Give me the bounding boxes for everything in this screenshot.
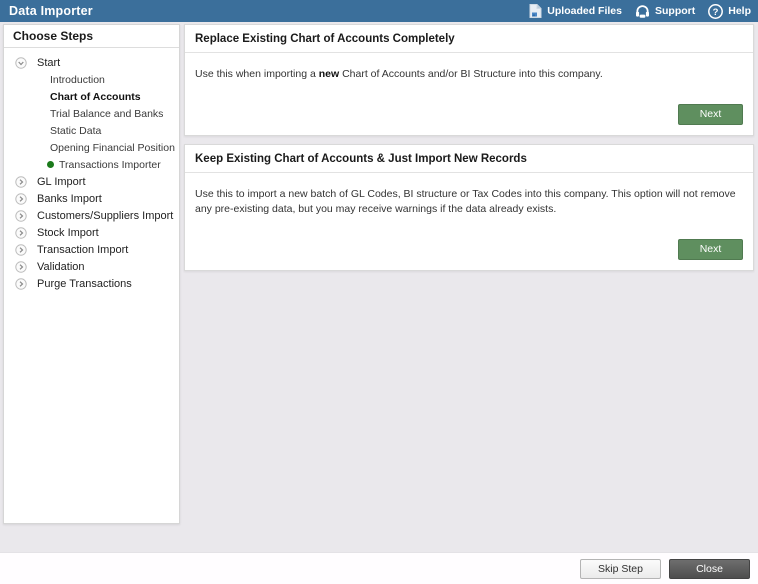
sidebar-item-label: Transactions Importer — [59, 159, 161, 171]
sidebar-item-label: Start — [37, 57, 60, 69]
uploaded-files-icon — [529, 4, 542, 18]
panel-description: Use this to import a new batch of GL Cod… — [195, 187, 743, 217]
panel-body: Use this when importing a new Chart of A… — [185, 53, 753, 92]
sidebar-item-validation[interactable]: Validation — [4, 258, 179, 275]
panel-actions: Next — [185, 227, 753, 270]
skip-step-button[interactable]: Skip Step — [580, 559, 661, 579]
panel-description: Use this when importing a new Chart of A… — [195, 67, 743, 82]
chevron-right-circle-icon — [15, 227, 27, 239]
sidebar-item-transaction-import[interactable]: Transaction Import — [4, 241, 179, 258]
panel-title: Keep Existing Chart of Accounts & Just I… — [185, 145, 753, 173]
sidebar-item-label: Trial Balance and Banks — [50, 108, 163, 120]
sidebar-item-label: Validation — [37, 261, 85, 273]
chevron-right-circle-icon — [15, 278, 27, 290]
chevron-right-circle-icon — [15, 193, 27, 205]
chevron-right-circle-icon — [15, 210, 27, 222]
next-button[interactable]: Next — [678, 104, 743, 125]
sidebar-item-banks-import[interactable]: Banks Import — [4, 190, 179, 207]
active-step-bullet-icon — [47, 161, 54, 168]
sidebar-item-label: Introduction — [50, 74, 105, 86]
uploaded-files-button[interactable]: Uploaded Files — [529, 4, 622, 18]
panel-description-after: Chart of Accounts and/or BI Structure in… — [339, 68, 603, 80]
sidebar-title: Choose Steps — [4, 25, 179, 48]
panel-title: Replace Existing Chart of Accounts Compl… — [185, 25, 753, 53]
sidebar-item-label: Stock Import — [37, 227, 99, 239]
sidebar-item-static-data[interactable]: Static Data — [4, 122, 179, 139]
sidebar: Choose Steps Start Introduction Chart of… — [3, 24, 180, 524]
sidebar-item-opening-financial-position[interactable]: Opening Financial Position — [4, 139, 179, 156]
svg-text:?: ? — [713, 7, 719, 18]
sidebar-item-label: Purge Transactions — [37, 278, 132, 290]
panel-description-before: Use this to import a new batch of GL Cod… — [195, 188, 736, 215]
support-label: Support — [655, 5, 695, 17]
sidebar-item-label: Static Data — [50, 125, 101, 137]
replace-chart-of-accounts-panel: Replace Existing Chart of Accounts Compl… — [184, 24, 754, 136]
chevron-right-circle-icon — [15, 244, 27, 256]
sidebar-item-label: Chart of Accounts — [50, 91, 141, 103]
sidebar-item-purge-transactions[interactable]: Purge Transactions — [4, 275, 179, 292]
main-content: Replace Existing Chart of Accounts Compl… — [184, 24, 754, 279]
sidebar-item-chart-of-accounts[interactable]: Chart of Accounts — [4, 88, 179, 105]
panel-actions: Next — [185, 92, 753, 135]
app-header: Data Importer Uploaded Files — [0, 0, 758, 22]
panel-description-emphasis: new — [319, 68, 339, 80]
question-circle-icon: ? — [708, 4, 723, 19]
sidebar-item-label: Opening Financial Position — [50, 142, 175, 154]
uploaded-files-label: Uploaded Files — [547, 5, 622, 17]
panel-description-before: Use this when importing a — [195, 68, 319, 80]
sidebar-item-customers-suppliers-import[interactable]: Customers/Suppliers Import — [4, 207, 179, 224]
sidebar-item-trial-balance-and-banks[interactable]: Trial Balance and Banks — [4, 105, 179, 122]
help-label: Help — [728, 5, 751, 17]
next-button[interactable]: Next — [678, 239, 743, 260]
close-button[interactable]: Close — [669, 559, 750, 579]
keep-chart-of-accounts-panel: Keep Existing Chart of Accounts & Just I… — [184, 144, 754, 271]
sidebar-item-label: Transaction Import — [37, 244, 128, 256]
sidebar-item-start[interactable]: Start — [4, 54, 179, 71]
headset-icon — [635, 4, 650, 19]
panel-body: Use this to import a new batch of GL Cod… — [185, 173, 753, 227]
sidebar-item-transactions-importer[interactable]: Transactions Importer — [4, 156, 179, 173]
chevron-down-circle-icon — [15, 57, 27, 69]
header-actions: Uploaded Files Support ? Help — [516, 4, 751, 19]
chevron-right-circle-icon — [15, 261, 27, 273]
sidebar-item-introduction[interactable]: Introduction — [4, 71, 179, 88]
sidebar-item-gl-import[interactable]: GL Import — [4, 173, 179, 190]
footer-bar: Skip Step Close — [0, 552, 758, 584]
sidebar-item-label: Customers/Suppliers Import — [37, 210, 173, 222]
sidebar-step-list: Start Introduction Chart of Accounts Tri… — [4, 48, 179, 292]
sidebar-item-stock-import[interactable]: Stock Import — [4, 224, 179, 241]
help-button[interactable]: ? Help — [708, 4, 751, 19]
chevron-right-circle-icon — [15, 176, 27, 188]
sidebar-item-label: GL Import — [37, 176, 86, 188]
support-button[interactable]: Support — [635, 4, 695, 19]
sidebar-item-label: Banks Import — [37, 193, 102, 205]
app-title: Data Importer — [9, 4, 93, 18]
